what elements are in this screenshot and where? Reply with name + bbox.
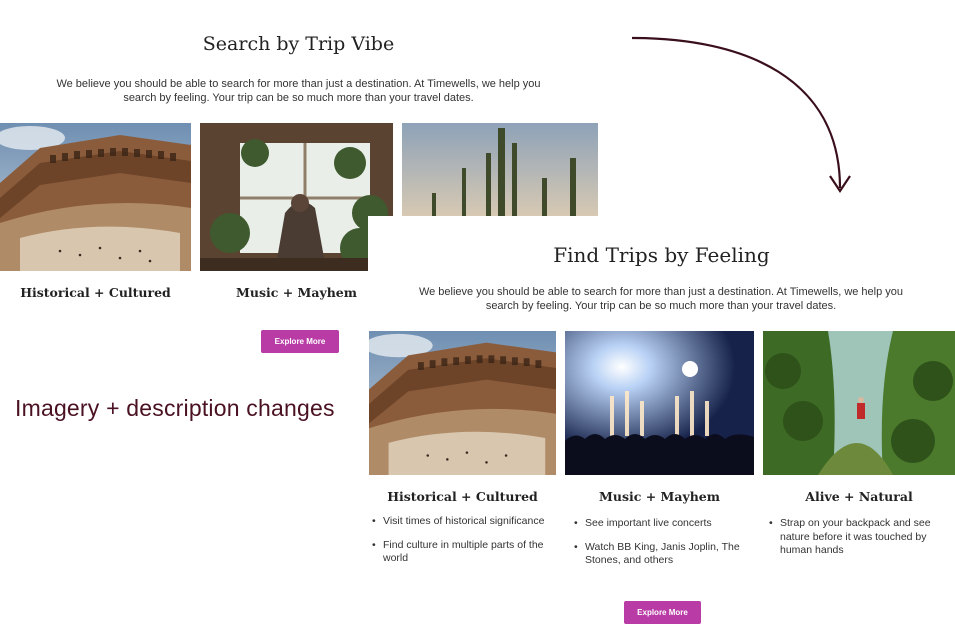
bullet-item: Find culture in multiple parts of the wo… [370,539,560,566]
new-card-label: Music + Mayhem [599,489,720,504]
old-card-label: Music + Mayhem [236,285,357,300]
old-section-title: Search by Trip Vibe [202,33,395,55]
bullet-item: Visit times of historical significance [370,515,560,529]
new-card-label: Historical + Cultured [387,489,538,504]
colosseum-image [369,331,556,475]
bullet-item: Watch BB King, Janis Joplin, The Stones,… [572,541,757,568]
new-section-title: Find Trips by Feeling [553,243,770,267]
bullet-item: See important live concerts [572,517,757,531]
card-bullet-list: Visit times of historical significance F… [370,515,560,576]
old-card-label: Historical + Cultured [20,285,171,300]
plant-room-image [200,123,393,271]
curved-arrow-icon [631,36,851,193]
old-explore-more-button[interactable]: Explore More [261,330,339,353]
desert-cactus-image [402,123,598,216]
card-bullet-list: Strap on your backpack and see nature be… [767,517,947,568]
old-section-description: We believe you should be able to search … [56,78,541,104]
colosseum-image [0,123,191,271]
card-bullet-list: See important live concerts Watch BB Kin… [572,517,757,578]
new-card-label: Alive + Natural [805,489,913,504]
bullet-item: Strap on your backpack and see nature be… [767,517,947,558]
annotation-text: Imagery + description changes [15,395,335,421]
forest-hiker-image [763,331,955,475]
concert-image [565,331,754,475]
new-section-description: We believe you should be able to search … [418,286,904,312]
new-explore-more-button[interactable]: Explore More [624,601,701,624]
